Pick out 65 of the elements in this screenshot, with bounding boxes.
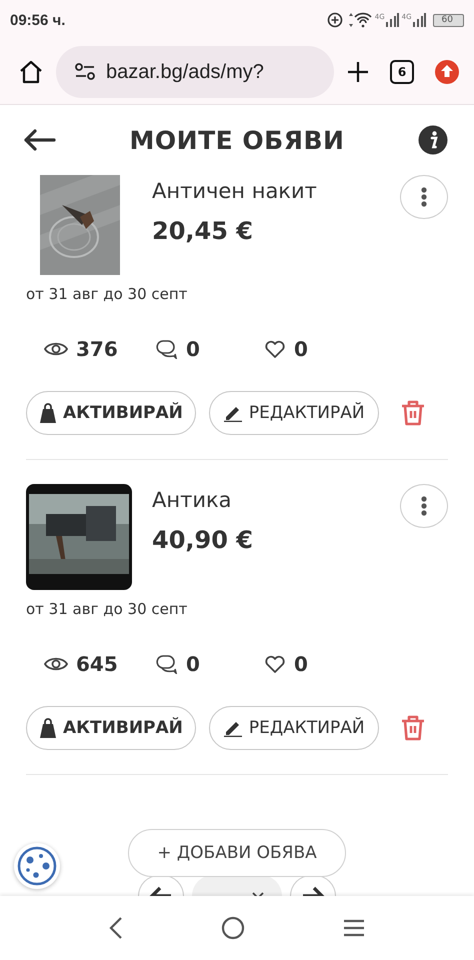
views-count: 376 [76, 337, 118, 361]
heart-icon [264, 654, 286, 674]
edit-button[interactable]: РЕДАКТИРАЙ [208, 391, 379, 435]
circle-icon [221, 916, 245, 940]
ad-period: от 31 авг до 30 септ [26, 600, 188, 618]
ad-title[interactable]: Античен накит [152, 179, 400, 203]
ad-period: от 31 авг до 30 септ [26, 285, 188, 303]
views-count: 645 [76, 652, 118, 676]
chevron-left-icon [109, 916, 123, 940]
info-button[interactable] [418, 125, 448, 155]
ad-price: 40,90 € [152, 526, 254, 554]
more-icon [421, 187, 427, 207]
url-text: bazar.bg/ads/my? [106, 60, 264, 84]
delete-button[interactable] [400, 399, 426, 427]
update-button[interactable] [434, 59, 460, 85]
chevron-down-icon [252, 892, 264, 896]
plus-icon [346, 60, 370, 84]
chat-icon [154, 654, 178, 674]
trash-icon [400, 399, 426, 427]
ad-title[interactable]: Антика [152, 488, 400, 512]
cookie-icon [17, 846, 57, 886]
page-title: МОИТЕ ОБЯВИ [130, 126, 344, 154]
menu-icon [343, 919, 365, 937]
messages-count: 0 [186, 337, 200, 361]
favorites-count: 0 [294, 337, 308, 361]
favorites-count: 0 [294, 652, 308, 676]
back-nav-button[interactable] [109, 916, 123, 940]
home-icon [18, 59, 44, 85]
eye-icon [44, 341, 68, 357]
chat-icon [154, 339, 178, 359]
heart-icon [264, 339, 286, 359]
info-icon [418, 125, 448, 155]
bag-icon [39, 718, 57, 738]
new-tab-button[interactable] [346, 60, 370, 84]
address-bar[interactable]: bazar.bg/ads/my? [56, 46, 334, 98]
cookie-settings-button[interactable] [14, 843, 60, 889]
delete-button[interactable] [400, 714, 426, 742]
bag-icon [39, 403, 57, 423]
site-settings-icon [74, 63, 96, 81]
trash-icon [400, 714, 426, 742]
signal-icon [412, 13, 426, 27]
left-arrow-icon [149, 886, 173, 896]
battery-indicator: 60 [432, 14, 464, 26]
more-button[interactable] [400, 484, 448, 528]
pencil-icon [222, 719, 243, 737]
pencil-icon [222, 404, 243, 422]
home-nav-button[interactable] [221, 916, 245, 940]
home-button[interactable] [18, 59, 44, 85]
add-ad-button[interactable]: + ДОБАВИ ОБЯВА [128, 829, 346, 877]
status-time: 09:56 ч. [10, 12, 66, 28]
activate-button[interactable]: АКТИВИРАЙ [26, 391, 196, 435]
messages-count: 0 [186, 652, 200, 676]
back-arrow-icon [22, 128, 56, 152]
eye-icon [44, 656, 68, 672]
more-button[interactable] [400, 175, 448, 219]
edit-button[interactable]: РЕДАКТИРАЙ [208, 706, 379, 750]
ad-price: 20,45 € [152, 217, 254, 245]
right-arrow-icon [301, 886, 325, 896]
signal-icon [384, 13, 399, 27]
more-icon [421, 496, 427, 516]
update-icon [434, 59, 460, 85]
recents-nav-button[interactable] [343, 919, 365, 937]
activate-button[interactable]: АКТИВИРАЙ [26, 706, 196, 750]
tab-count-button[interactable]: 6 [390, 60, 414, 84]
back-button[interactable] [22, 128, 56, 152]
